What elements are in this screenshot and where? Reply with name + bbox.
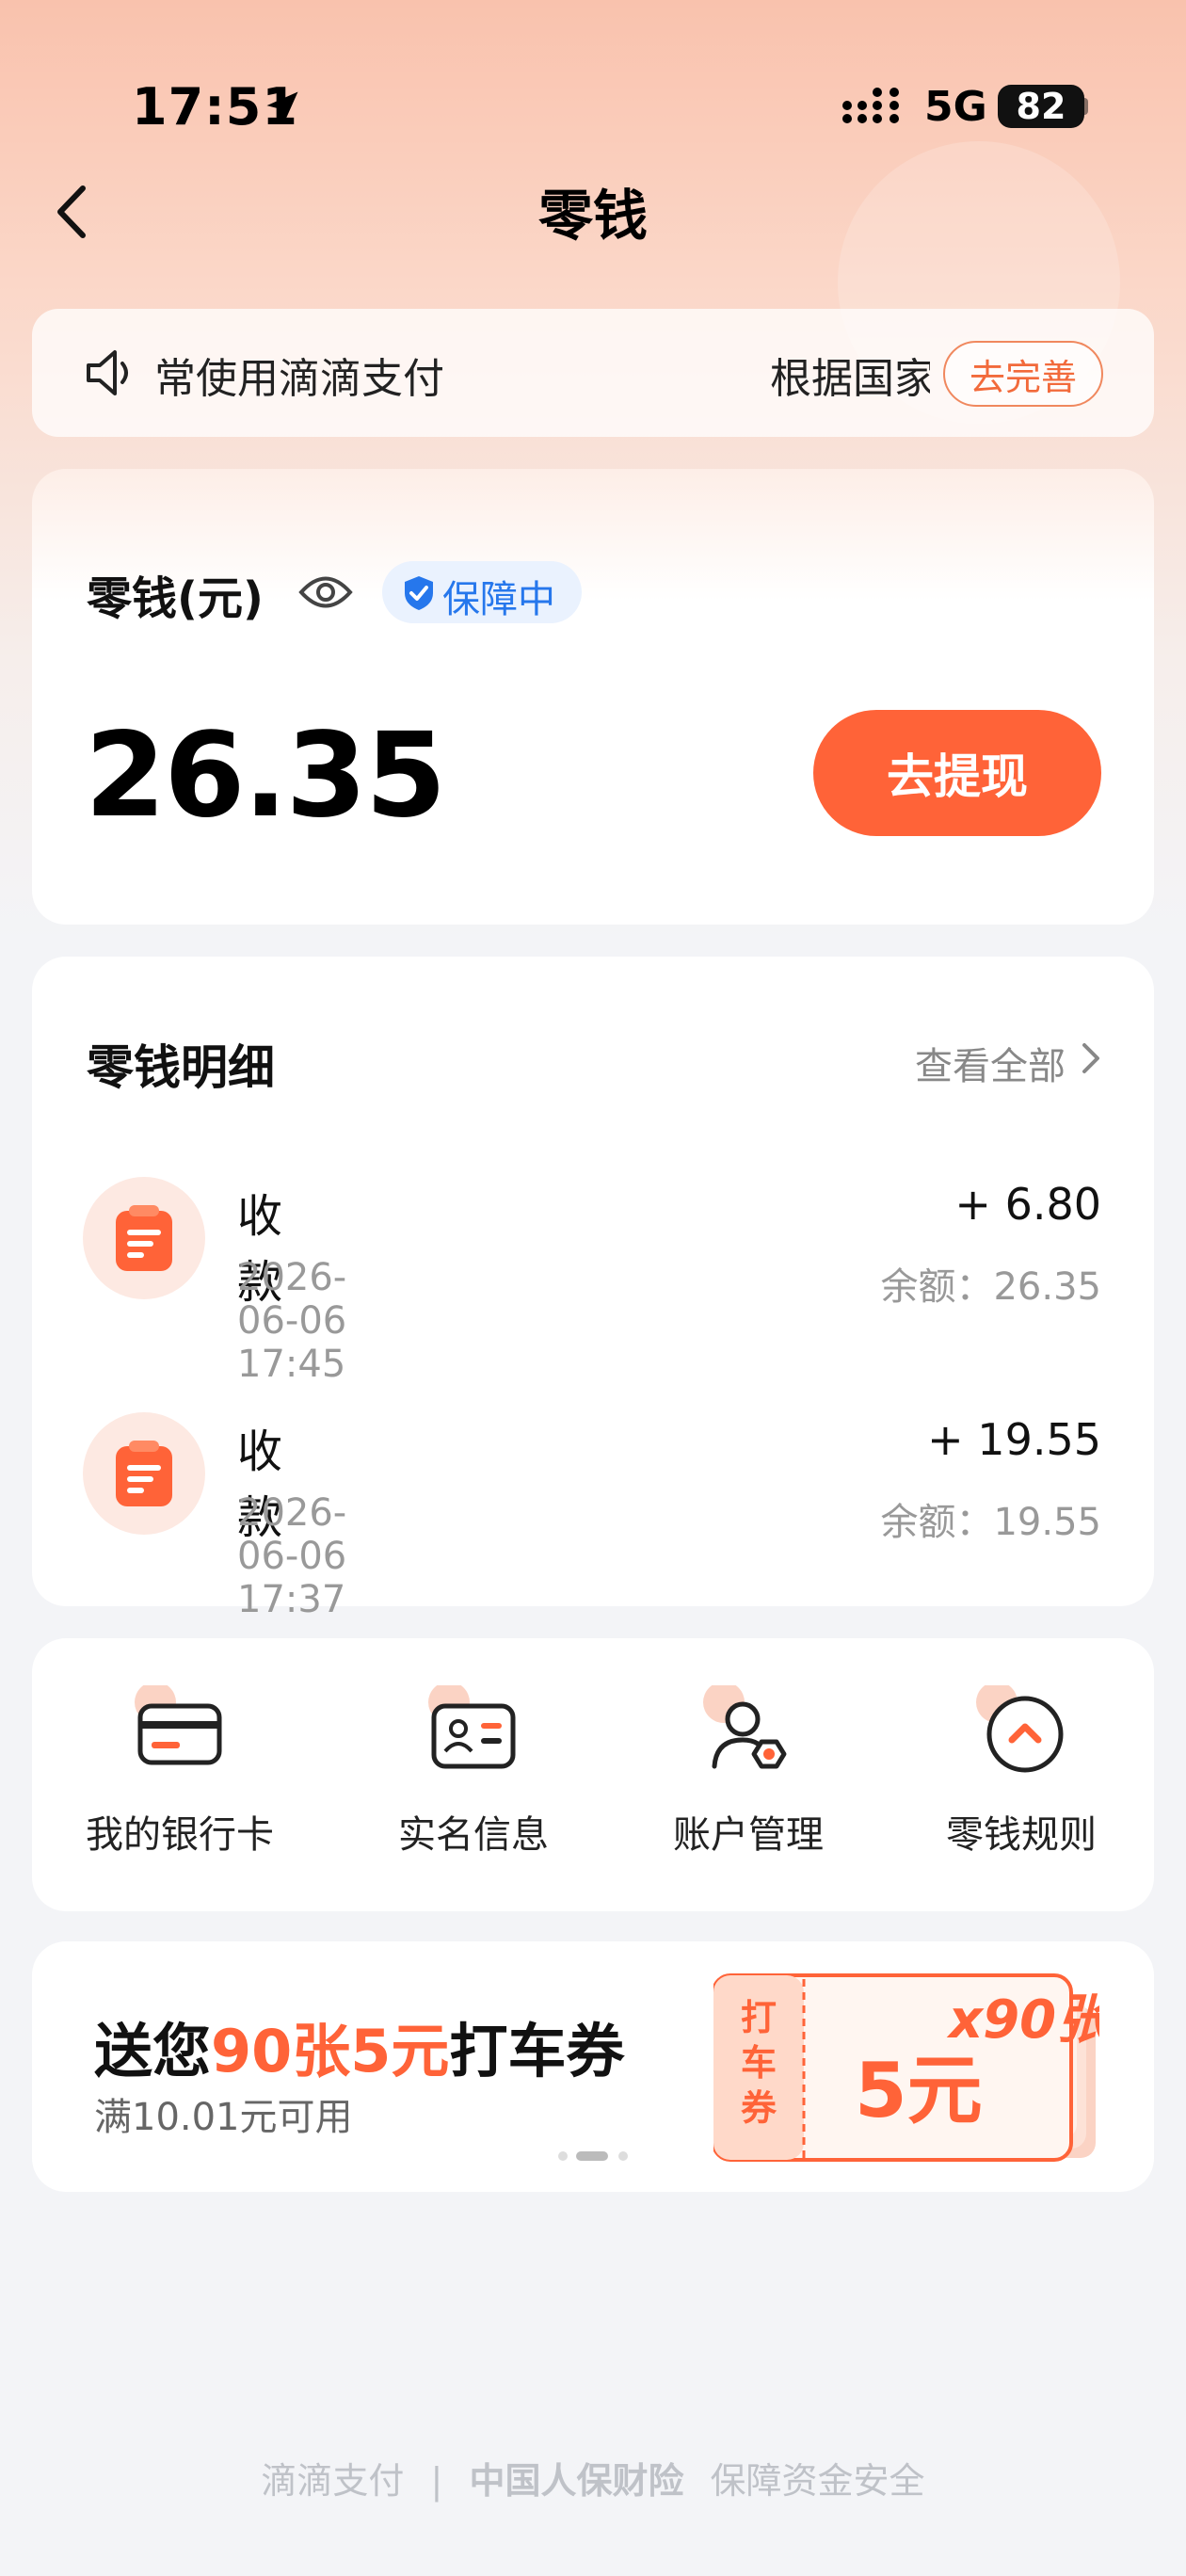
chevron-right-icon[interactable] <box>1081 1041 1101 1075</box>
promo-title: 送您90张5元打车券 <box>94 2017 625 2085</box>
divider: | <box>430 2460 443 2502</box>
notice-text: 常使用滴滴支付 <box>154 355 444 403</box>
action-rules[interactable]: 零钱规则 <box>885 1685 1158 1859</box>
footer: 滴滴支付 | 中国人保财险 保障资金安全 <box>0 2452 1186 2504</box>
partner-logo: 中国人保财险 <box>469 2460 684 2502</box>
battery-indicator: 82 <box>998 85 1084 128</box>
didi-pay-logo: 滴滴支付 <box>261 2460 405 2502</box>
coupon-illustration: 打 车 券 5元 x90张 <box>713 1973 1099 2162</box>
balance-amount: 26.35 <box>85 708 446 844</box>
speaker-icon <box>87 350 128 395</box>
page-title: 零钱 <box>537 184 648 248</box>
receipt-icon <box>116 1441 172 1506</box>
view-all-link[interactable]: 查看全部 <box>915 1036 1066 1090</box>
transaction-time: 2026-06-06 17:37 <box>237 1491 347 1621</box>
transaction-amount: + 6.80 <box>954 1179 1101 1230</box>
transaction-balance: 余额：19.55 <box>880 1501 1101 1544</box>
eye-icon[interactable] <box>297 571 354 614</box>
location-arrow-icon <box>266 91 298 123</box>
footer-slogan: 保障资金安全 <box>710 2460 925 2502</box>
svg-text:5元: 5元 <box>855 2047 983 2134</box>
svg-text:车: 车 <box>741 2042 777 2084</box>
carousel-dots <box>558 2151 628 2161</box>
svg-text:x90张: x90张 <box>946 1989 1099 2051</box>
action-bank-card[interactable]: 我的银行卡 <box>43 1685 316 1859</box>
network-type: 5G <box>924 83 987 131</box>
id-card-icon <box>428 1685 516 1769</box>
protection-badge-label: 保障中 <box>442 578 555 621</box>
balance-label: 零钱(元) <box>87 572 264 625</box>
notice-text-2: 根据国家 <box>770 355 930 403</box>
signal-icon <box>842 88 899 123</box>
transaction-amount: + 19.55 <box>927 1414 1101 1465</box>
transaction-balance: 余额：26.35 <box>880 1265 1101 1309</box>
withdraw-button[interactable]: 去提现 <box>813 710 1101 836</box>
bank-card-icon <box>135 1685 222 1765</box>
promo-subtitle: 满10.01元可用 <box>94 2096 353 2139</box>
account-manage-icon <box>703 1685 787 1769</box>
receipt-icon <box>116 1205 172 1271</box>
svg-text:打: 打 <box>741 1997 777 2038</box>
svg-text:券: 券 <box>741 2087 777 2129</box>
action-real-name[interactable]: 实名信息 <box>337 1685 610 1859</box>
battery-tip <box>1079 98 1088 115</box>
balance-card <box>32 469 1154 925</box>
rules-icon <box>976 1685 1064 1773</box>
complete-info-button[interactable]: 去完善 <box>943 341 1103 407</box>
details-title: 零钱明细 <box>87 1040 275 1095</box>
transaction-time: 2026-06-06 17:45 <box>237 1256 347 1386</box>
shield-check-icon <box>405 576 433 610</box>
action-account-manage[interactable]: 账户管理 <box>612 1685 885 1859</box>
